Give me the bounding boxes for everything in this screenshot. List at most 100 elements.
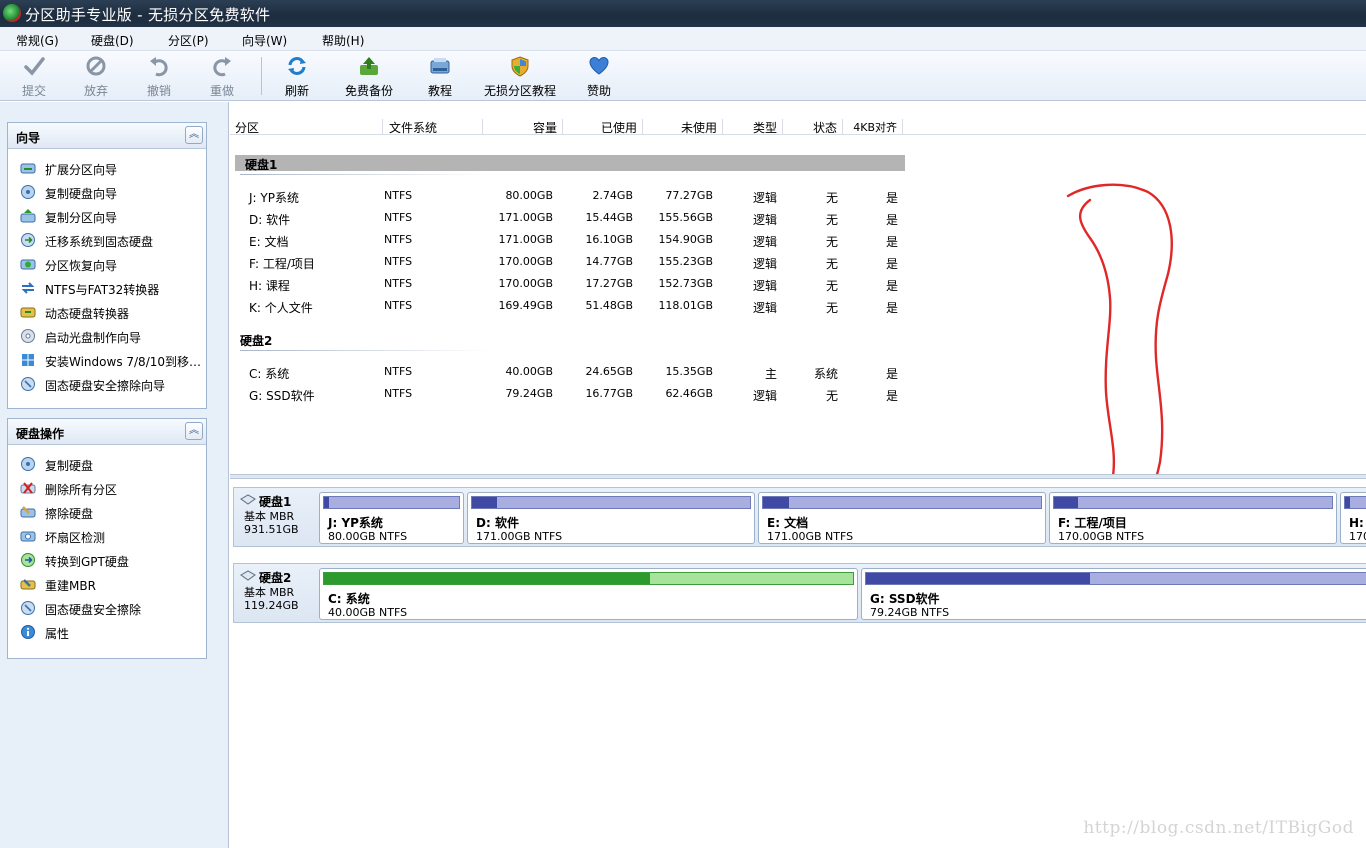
cell-capacity: 79.24GB [505,387,553,400]
wizard-bootable-cd[interactable]: 启动光盘制作向导 [18,325,204,347]
table-row[interactable]: D: 软件 NTFS 171.00GB 15.44GB 155.56GB 逻辑 无 是 [230,208,910,230]
cd-icon [21,329,35,343]
wizard-migrate-os-ssd[interactable]: 迁移系统到固态硬盘 [18,229,204,251]
cell-capacity: 169.49GB [498,299,553,312]
partition-block-j[interactable]: J: YP系统 80.00GB NTFS [319,492,464,544]
commit-button[interactable]: 提交 [16,55,52,99]
cell-name: K: 个人文件 [249,301,313,315]
op-convert-to-gpt[interactable]: 转换到GPT硬盘 [18,549,204,571]
cell-name: H: 课程 [249,279,290,293]
wizard-dynamic-disk-converter[interactable]: 动态硬盘转换器 [18,301,204,323]
collapse-wizard-button[interactable]: ︽ [185,126,203,144]
table-row[interactable]: J: YP系统 NTFS 80.00GB 2.74GB 77.27GB 逻辑 无 是 [230,186,910,208]
table-row[interactable]: C: 系统 NTFS 40.00GB 24.65GB 15.35GB 主 系统 是 [230,362,910,384]
info-icon [21,625,35,639]
cell-status: 无 [825,191,838,205]
discard-icon [86,56,106,76]
ssd-erase-icon [21,601,35,615]
usage-fill [324,497,329,508]
menu-partition[interactable]: 分区(P) [168,32,209,49]
menu-wizard[interactable]: 向导(W) [242,32,287,49]
cell-fs: NTFS [384,299,413,312]
col-free[interactable]: 未使用 [643,119,723,135]
disk-ops-panel-header: 硬盘操作 ︽ [8,419,206,445]
window-title: 分区助手专业版 - 无损分区免费软件 [25,6,271,24]
partition-block-f[interactable]: F: 工程/项目 170.00GB NTFS [1049,492,1337,544]
cell-used: 15.44GB [585,211,633,224]
usage-bar [1344,496,1366,509]
wizard-partition-recovery[interactable]: 分区恢复向导 [18,253,204,275]
cell-align: 是 [885,213,898,227]
collapse-disk-ops-button[interactable]: ︽ [185,422,203,440]
partition-block-g[interactable]: G: SSD软件 79.24GB NTFS [861,568,1366,620]
cell-type: 逻辑 [752,389,777,403]
op-copy-disk[interactable]: 复制硬盘 [18,453,204,475]
partition-block-c[interactable]: C: 系统 40.00GB NTFS [319,568,858,620]
col-4kb-align[interactable]: 4KB对齐 [843,119,903,135]
menu-bar: 常规(G) 硬盘(D) 分区(P) 向导(W) 帮助(H) [0,27,1366,51]
usage-bar [865,572,1366,585]
cell-free: 152.73GB [658,277,713,290]
undo-icon [150,57,168,77]
disk-drive-icon [430,58,450,74]
col-status[interactable]: 状态 [783,119,843,135]
discard-button[interactable]: 放弃 [78,55,114,99]
op-bad-sector-check[interactable]: 坏扇区检测 [18,525,204,547]
col-filesystem[interactable]: 文件系统 [389,119,483,135]
cell-capacity: 171.00GB [498,211,553,224]
op-ssd-secure-erase[interactable]: 固态硬盘安全擦除 [18,597,204,619]
cell-name: C: 系统 [249,367,290,381]
col-type[interactable]: 类型 [723,119,783,135]
refresh-button[interactable]: 刷新 [279,55,315,99]
menu-help[interactable]: 帮助(H) [322,32,364,49]
free-backup-button[interactable]: 免费备份 [340,55,398,99]
cell-type: 逻辑 [752,257,777,271]
cell-capacity: 170.00GB [498,277,553,290]
partition-block-d[interactable]: D: 软件 171.00GB NTFS [467,492,755,544]
wizard-copy-disk[interactable]: 复制硬盘向导 [18,181,204,203]
donate-button[interactable]: 赞助 [584,55,614,99]
col-partition[interactable]: 分区 [235,119,383,135]
cell-free: 154.90GB [658,233,713,246]
disk1-map[interactable]: 硬盘1 基本 MBR 931.51GB J: YP系统 80.00GB NTFS… [233,487,1366,547]
cell-status: 无 [825,389,838,403]
op-wipe-disk[interactable]: 擦除硬盘 [18,501,204,523]
heart-icon [589,56,609,75]
redo-button[interactable]: 重做 [204,55,240,99]
cell-capacity: 171.00GB [498,233,553,246]
cell-fs: NTFS [384,365,413,378]
wizard-extend-partition[interactable]: 扩展分区向导 [18,157,204,179]
lossless-tutorial-button[interactable]: 无损分区教程 [481,55,559,99]
cell-fs: NTFS [384,277,413,290]
wizard-windows-to-go[interactable]: 安装Windows 7/8/10到移动硬盘 [18,349,204,371]
menu-general[interactable]: 常规(G) [16,32,59,49]
col-used[interactable]: 已使用 [563,119,643,135]
rebuild-mbr-icon [20,579,36,590]
disk-group-divider [240,174,490,175]
table-row[interactable]: G: SSD软件 NTFS 79.24GB 16.77GB 62.46GB 逻辑 无 是 [230,384,910,406]
delete-icon [20,482,36,494]
wizard-copy-partition[interactable]: 复制分区向导 [18,205,204,227]
usage-bar [762,496,1042,509]
table-row[interactable]: H: 课程 NTFS 170.00GB 17.27GB 152.73GB 逻辑 无 是 [230,274,910,296]
table-row[interactable]: E: 文档 NTFS 171.00GB 16.10GB 154.90GB 逻辑 无 是 [230,230,910,252]
gpt-convert-icon [21,553,35,567]
col-capacity[interactable]: 容量 [483,119,563,135]
partition-block-h[interactable]: H: 课 170. [1340,492,1366,544]
table-row[interactable]: F: 工程/项目 NTFS 170.00GB 14.77GB 155.23GB 逻辑 无 是 [230,252,910,274]
undo-button[interactable]: 撤销 [141,55,177,99]
menu-disk[interactable]: 硬盘(D) [91,32,134,49]
op-delete-all-partitions[interactable]: 删除所有分区 [18,477,204,499]
disk2-map[interactable]: 硬盘2 基本 MBR 119.24GB C: 系统 40.00GB NTFS G… [233,563,1366,623]
wizard-ntfs-fat32-converter[interactable]: NTFS与FAT32转换器 [18,277,204,299]
tutorial-button[interactable]: 教程 [424,55,456,99]
cell-status: 无 [825,213,838,227]
table-row[interactable]: K: 个人文件 NTFS 169.49GB 51.48GB 118.01GB 逻辑 无 是 [230,296,910,318]
migrate-icon [21,233,35,247]
bad-sector-icon [20,531,36,542]
shield-icon [511,56,529,77]
op-properties[interactable]: 属性 [18,621,204,643]
op-rebuild-mbr[interactable]: 重建MBR [18,573,204,595]
wizard-ssd-secure-erase[interactable]: 固态硬盘安全擦除向导 [18,373,204,395]
partition-block-e[interactable]: E: 文档 171.00GB NTFS [758,492,1046,544]
